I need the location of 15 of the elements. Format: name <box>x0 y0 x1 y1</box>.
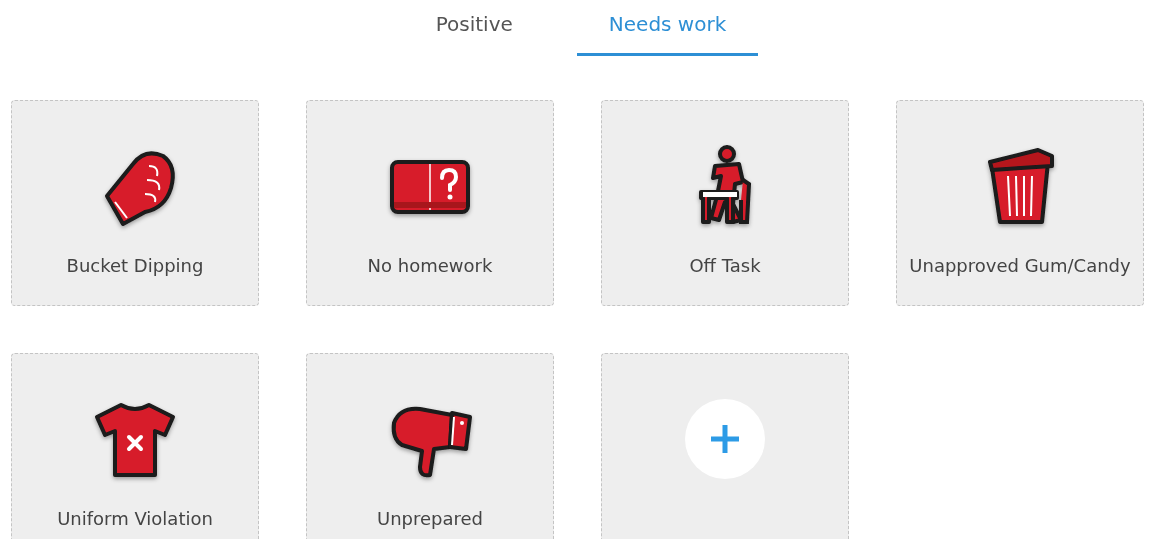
plus-icon <box>709 423 741 455</box>
behavior-card[interactable]: Unapproved Gum/Candy <box>896 100 1144 306</box>
tab[interactable]: Needs work <box>576 0 759 56</box>
behavior-card[interactable]: Uniform Violation <box>11 353 259 539</box>
behavior-card[interactable]: No homework <box>306 100 554 306</box>
behavior-label: No homework <box>367 254 493 278</box>
behavior-label: Bucket Dipping <box>66 254 204 278</box>
behavior-card[interactable]: Bucket Dipping <box>11 100 259 306</box>
behavior-label: Unprepared <box>376 507 484 531</box>
behavior-label: Uniform Violation <box>57 507 213 531</box>
behavior-card[interactable]: Off Task <box>601 100 849 306</box>
tab[interactable]: Positive <box>403 0 545 56</box>
behavior-card[interactable]: Unprepared <box>306 353 554 539</box>
behavior-label: Unapproved Gum/Candy <box>909 254 1131 278</box>
behavior-label: Off Task <box>689 254 761 278</box>
